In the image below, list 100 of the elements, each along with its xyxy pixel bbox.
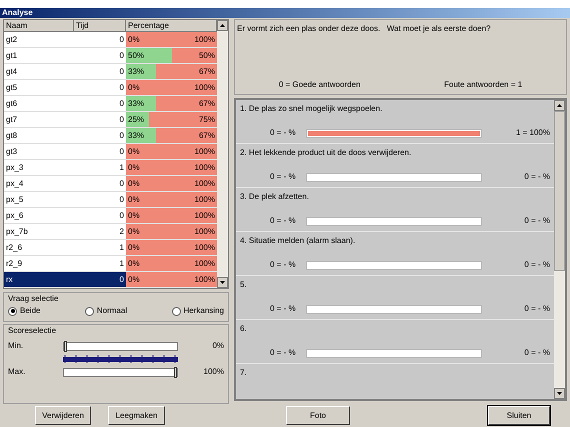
radio-option[interactable]: Beide [8,305,40,317]
name-cell[interactable]: gt8 [4,128,74,143]
time-cell-text: 0 [118,34,125,46]
scroll-down-button[interactable] [554,388,565,399]
name-cell[interactable]: r2_6 [4,240,74,255]
question-text: Er vormt zich een plas onder deze doos. Wat moet je als eerste doen? [237,23,492,35]
scrollbar[interactable] [217,20,228,288]
time-cell-text: 0 [118,98,125,110]
answer-left-reading: 0 = - % [269,215,297,227]
wrong-percentage: 100% [194,34,215,46]
time-cell-text: 0 [118,146,125,158]
scroll-up-button[interactable] [554,100,565,111]
name-cell[interactable]: gt5 [4,80,74,95]
action-button[interactable]: Verwijderen [35,406,91,425]
time-cell-text: 0 [118,114,125,126]
caret-up-icon [557,104,562,107]
action-button[interactable]: Foto [286,406,350,425]
slider-label: Max. [8,366,26,378]
wrong-percentage: 100% [194,178,215,190]
slider-thumb[interactable] [64,340,67,352]
scroll-down-button[interactable] [217,277,228,288]
name-cell[interactable]: gt2 [4,32,74,47]
column-header[interactable]: Percentage [126,20,217,32]
good-percentage: 25% [128,114,144,126]
name-cell[interactable]: gt3 [4,144,74,159]
name-cell[interactable]: gt6 [4,96,74,111]
time-cell-text: 0 [118,178,125,190]
scroll-thumb[interactable] [554,111,565,271]
answer-text: 2. Het lekkende product uit de doos verwijderen. [240,147,412,159]
group-title: Vraag selectie [8,293,60,305]
answer-text: 3. De plek afzetten. [240,191,310,203]
answer-left-reading: 0 = - % [269,259,297,271]
time-cell-text: 0 [118,82,125,94]
action-button[interactable]: Sluiten [488,406,550,425]
wrong-percentage: 100% [194,258,215,270]
time-cell-text: 1 [118,242,125,254]
answer-left-reading: 0 = - % [269,347,297,359]
wrong-percentage: 100% [194,210,215,222]
time-cell-text: 1 [118,162,125,174]
name-cell[interactable]: px_7b [4,224,74,239]
good-percentage: 0% [128,274,140,286]
column-header[interactable]: Naam [4,20,74,32]
time-cell-text: 2 [118,226,125,238]
wrong-percentage: 100% [194,162,215,174]
wrong-percentage: 100% [194,226,215,238]
answer-right-reading: 0 = - % [523,215,550,227]
radio-option[interactable]: Herkansing [172,305,224,317]
answer-right-reading: 0 = - % [523,347,550,359]
wrong-percentage: 100% [194,242,215,254]
good-percentage: 0% [128,178,140,190]
time-cell-text: 0 [118,194,125,206]
name-cell[interactable]: r2_9 [4,256,74,271]
wrong-percentage: 67% [198,98,215,110]
name-cell[interactable]: px_4 [4,176,74,191]
slider-label: Min. [8,340,24,352]
good-percentage: 0% [128,34,140,46]
wrong-percentage: 50% [198,50,215,62]
scrollbar[interactable] [554,100,565,399]
time-cell-text: 1 [118,258,125,270]
wrong-percentage: 100% [194,146,215,158]
good-percentage: 0% [128,242,140,254]
answer-text: 5. [240,279,248,291]
caret-down-icon [557,392,562,395]
good-percentage: 0% [128,82,140,94]
radio-option[interactable]: Normaal [84,305,128,317]
name-cell[interactable]: gt4 [4,64,74,79]
group-title: Scoreselectie [8,325,58,337]
answer-text: 1. De plas zo snel mogelijk wegspoelen. [240,103,384,115]
name-cell[interactable]: px_6 [4,208,74,223]
column-header[interactable]: Tijd [74,20,126,32]
wrong-percentage: 67% [198,130,215,142]
name-cell[interactable]: rx [4,272,74,287]
good-percentage: 0% [128,210,140,222]
good-percentage: 0% [128,162,140,174]
slider-thumb[interactable] [174,366,177,378]
answer-text: 6. [240,323,248,335]
good-percentage: 50% [128,50,144,62]
answer-right-reading: 1 = 100% [514,127,550,139]
time-cell-text: 0 [118,50,125,62]
good-percentage: 0% [128,146,140,158]
wrong-answers-count: Foute antwoorden = 1 [444,79,522,91]
time-cell-text: 0 [118,130,125,142]
good-answers-count: 0 = Goede antwoorden [278,79,360,91]
caret-down-icon [220,281,225,284]
name-cell[interactable]: px_3 [4,160,74,175]
name-cell[interactable]: gt1 [4,48,74,63]
wrong-percentage: 100% [194,82,215,94]
name-cell[interactable]: px_5 [4,192,74,207]
time-cell-text: 0 [118,274,125,286]
good-percentage: 0% [128,226,140,238]
slider-reading: 0% [211,340,224,352]
slider-reading: 100% [202,366,224,378]
name-cell[interactable]: gt7 [4,112,74,127]
scroll-up-button[interactable] [217,20,228,31]
answer-text: 7. [240,367,248,379]
wrong-percentage: 75% [198,114,215,126]
answer-right-reading: 0 = - % [523,171,550,183]
title-bar: Analyse [0,8,570,18]
action-button[interactable]: Leegmaken [108,406,165,425]
answer-left-reading: 0 = - % [269,171,297,183]
